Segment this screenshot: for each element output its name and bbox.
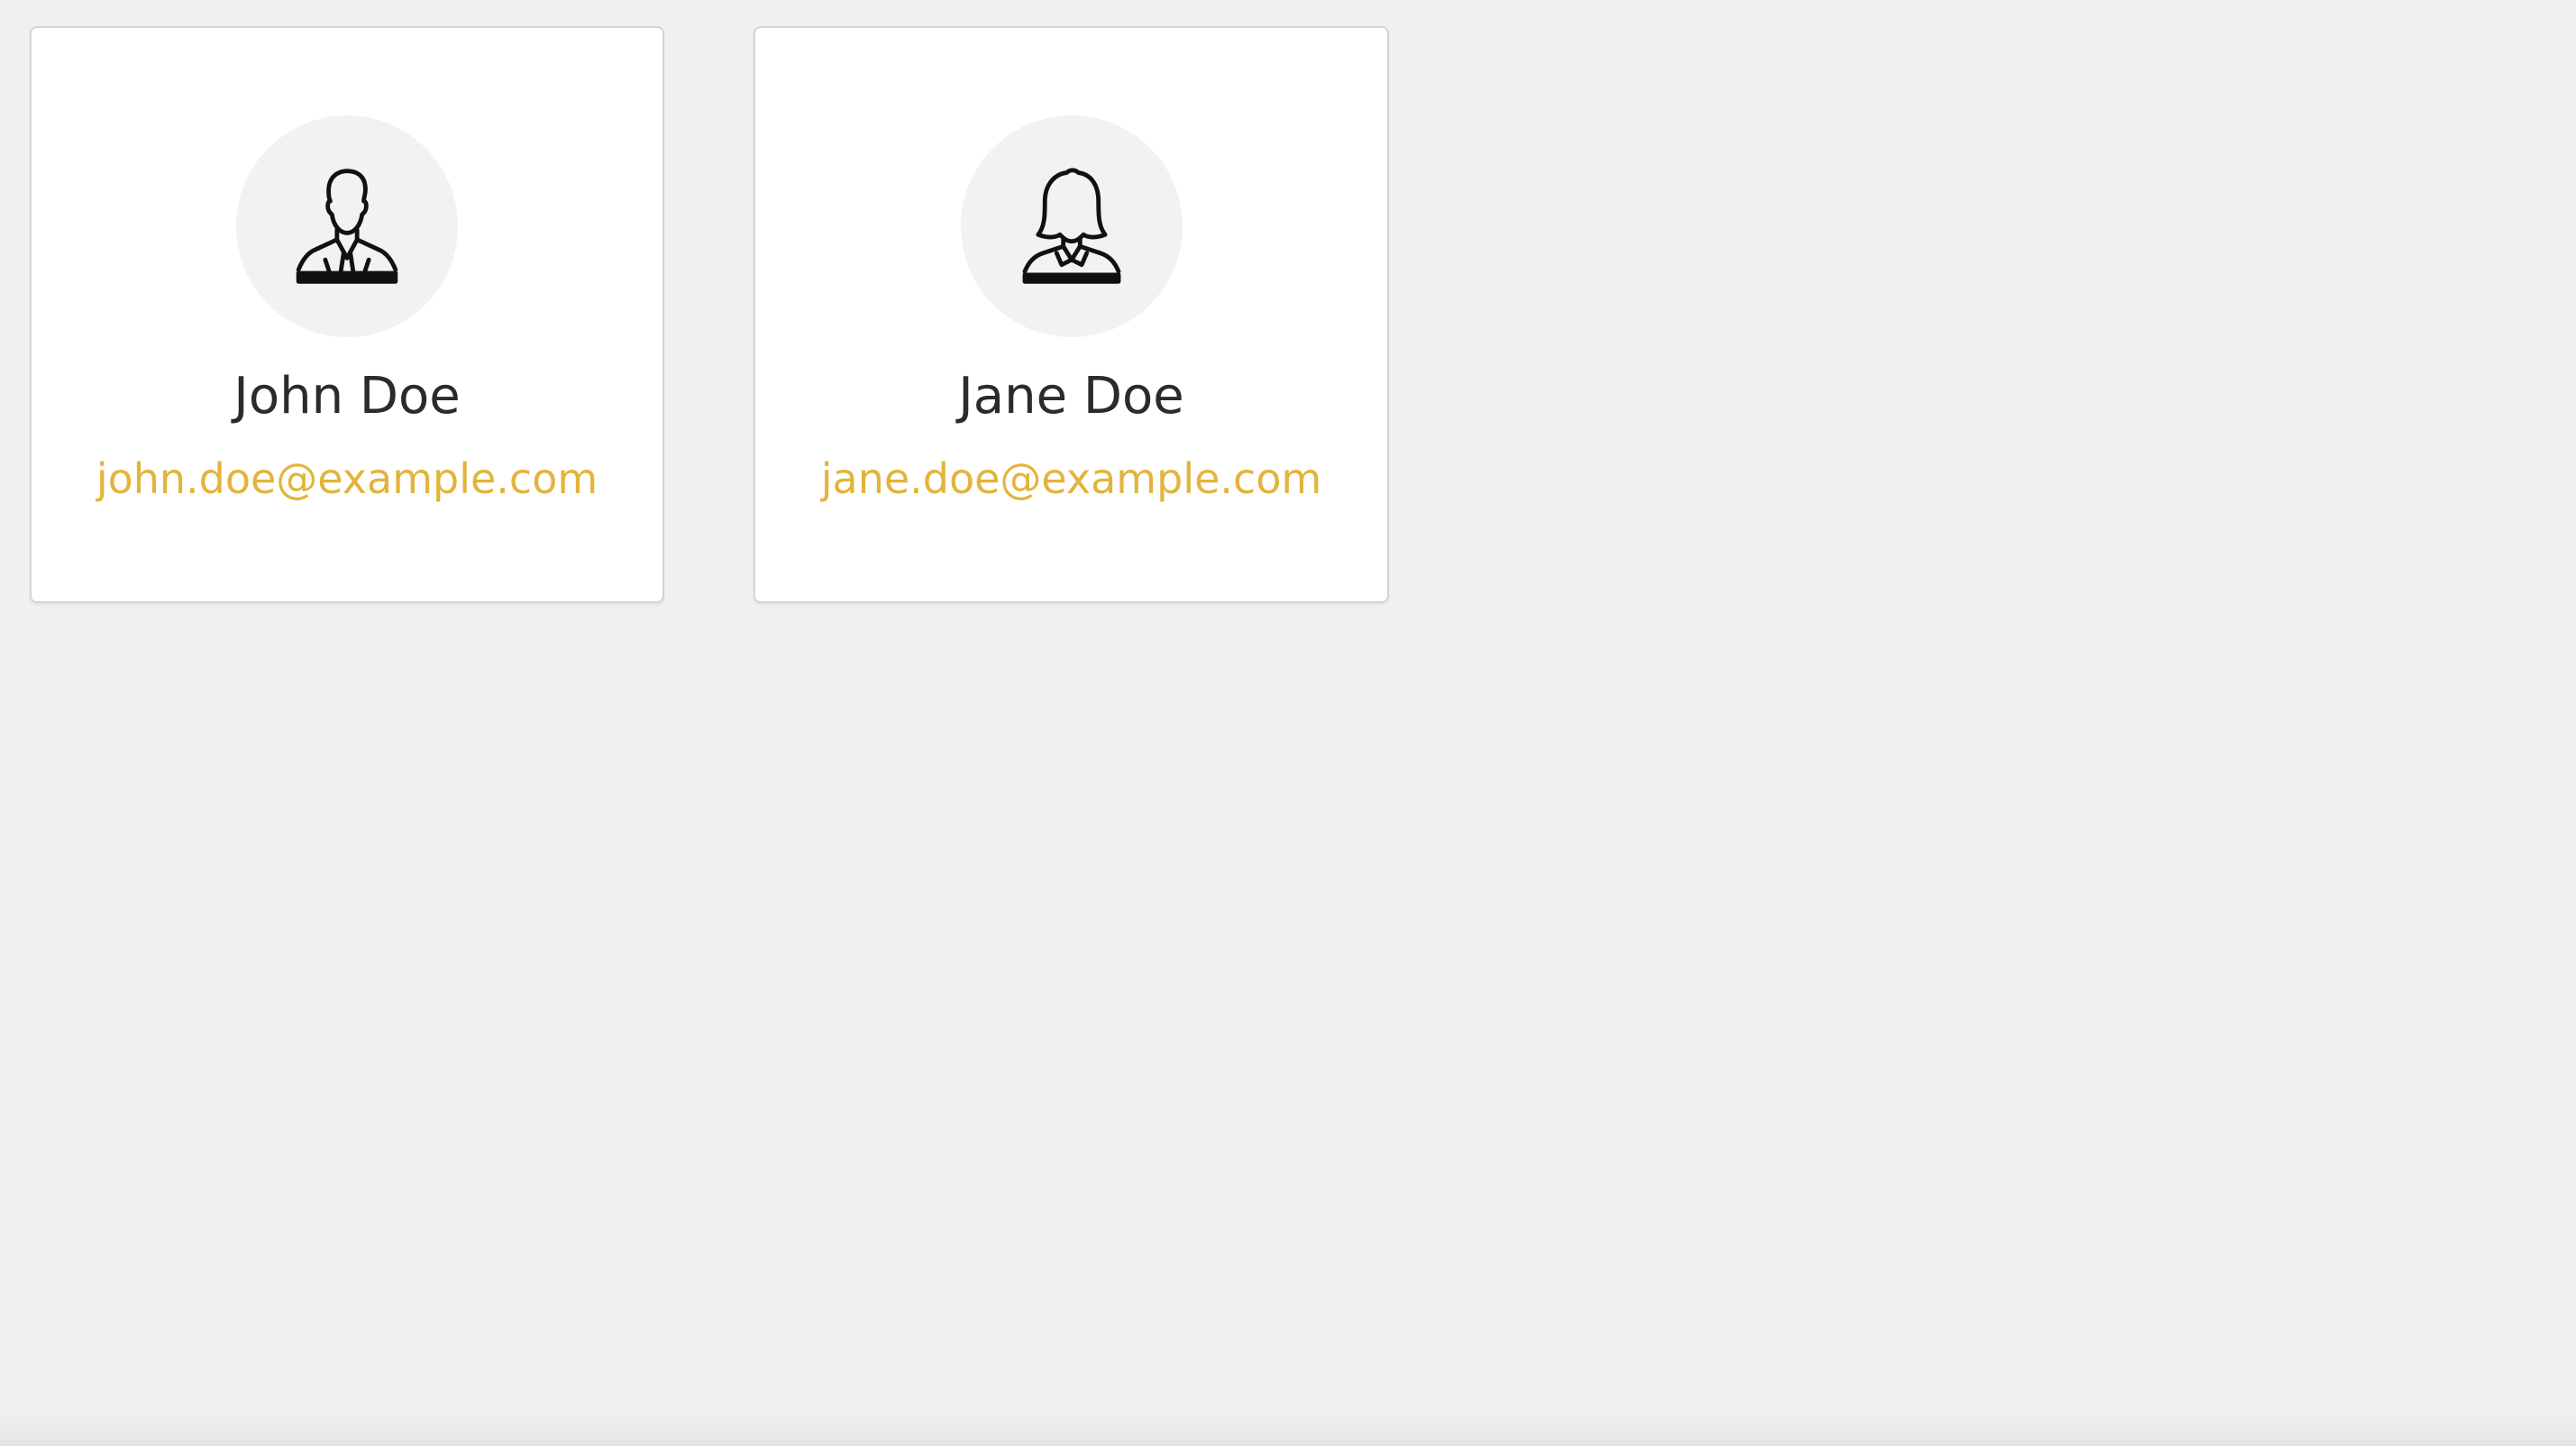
- contact-name: John Doe: [233, 367, 461, 426]
- contact-card[interactable]: John Doe john.doe@example.com: [30, 26, 664, 603]
- male-user-icon: [296, 169, 398, 284]
- female-user-icon: [1022, 168, 1120, 284]
- avatar: [960, 115, 1183, 337]
- page: John Doe john.doe@example.com Jane Doe j: [0, 0, 2576, 1446]
- contact-email-link[interactable]: john.doe@example.com: [32, 452, 662, 506]
- avatar: [236, 115, 458, 337]
- contact-email-link[interactable]: jane.doe@example.com: [755, 452, 1387, 506]
- contact-card[interactable]: Jane Doe jane.doe@example.com: [754, 26, 1389, 603]
- scroll-shadow: [0, 1414, 2576, 1446]
- contact-name: Jane Doe: [958, 367, 1184, 426]
